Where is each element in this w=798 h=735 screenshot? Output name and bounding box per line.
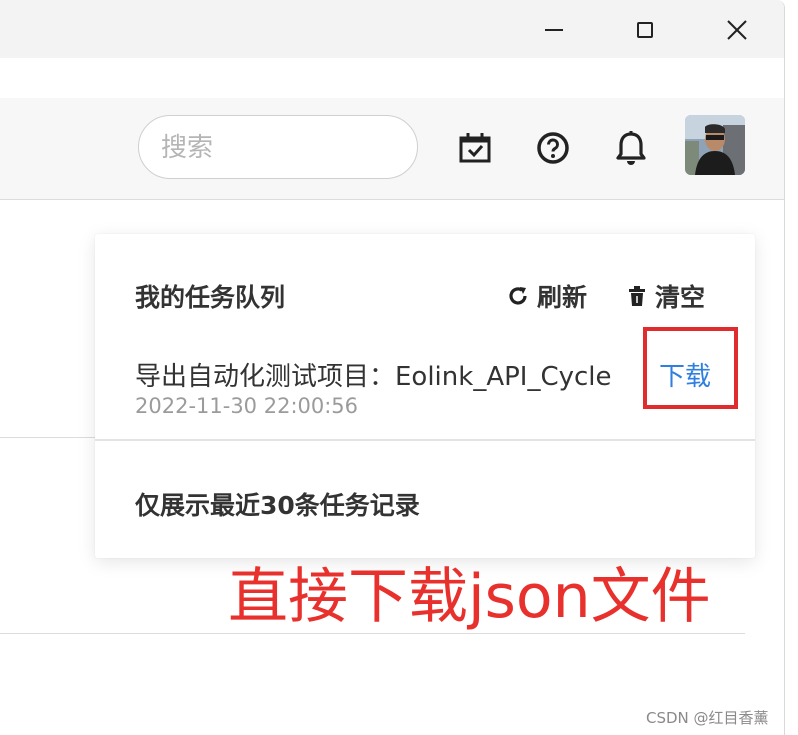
notification-button[interactable] xyxy=(611,128,651,168)
search-input[interactable] xyxy=(159,130,403,166)
download-highlight-box xyxy=(643,327,738,409)
popup-divider xyxy=(95,439,755,441)
watermark: CSDN @红目香薰 xyxy=(646,709,769,727)
minimize-icon xyxy=(545,29,563,31)
trash-icon xyxy=(629,286,645,306)
clear-label: 清空 xyxy=(655,283,706,312)
calendar-button[interactable] xyxy=(455,128,495,168)
app-window: 我的任务队列 刷新 清空 导出自动化测试项目：Eolink_A xyxy=(0,0,785,735)
search-box[interactable] xyxy=(138,115,418,179)
maximize-button[interactable] xyxy=(627,12,663,48)
close-icon xyxy=(727,20,747,40)
task-name: 导出自动化测试项目：Eolink_API_Cycle xyxy=(135,362,612,392)
user-avatar-image xyxy=(685,115,745,175)
help-circle-icon xyxy=(537,132,569,164)
clear-button[interactable]: 清空 xyxy=(627,278,705,314)
help-button[interactable] xyxy=(533,128,573,168)
task-queue-popup: 我的任务队列 刷新 清空 导出自动化测试项目：Eolink_API_Cycle … xyxy=(95,234,755,558)
annotation-text: 直接下载json文件 xyxy=(228,562,711,632)
refresh-button[interactable]: 刷新 xyxy=(507,278,587,314)
bell-icon xyxy=(616,131,646,165)
popup-footer-note: 仅展示最近30条任务记录 xyxy=(135,491,420,520)
popup-title: 我的任务队列 xyxy=(135,283,286,312)
top-header xyxy=(0,98,784,200)
avatar[interactable] xyxy=(685,115,745,175)
close-button[interactable] xyxy=(719,12,755,48)
refresh-icon xyxy=(509,287,527,305)
refresh-label: 刷新 xyxy=(537,283,588,312)
title-bar xyxy=(0,0,784,58)
calendar-check-icon xyxy=(459,133,491,163)
task-timestamp: 2022-11-30 22:00:56 xyxy=(135,394,359,418)
minimize-button[interactable] xyxy=(536,12,572,48)
maximize-icon xyxy=(637,22,653,38)
toolbar-strip xyxy=(0,58,784,98)
